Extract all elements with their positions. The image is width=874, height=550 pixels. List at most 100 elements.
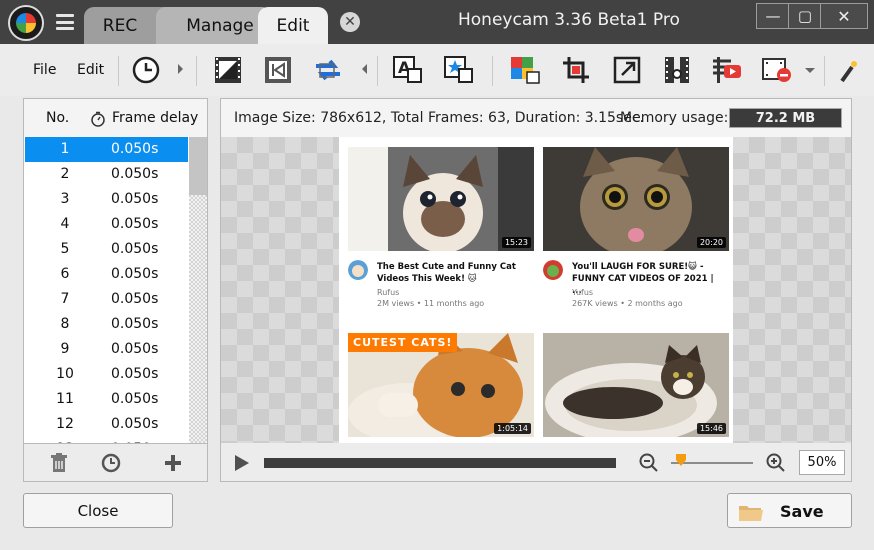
frame-list-header: No. Frame delay: [24, 99, 207, 137]
crop-icon[interactable]: [559, 53, 593, 87]
video-channel: Yufus: [572, 288, 594, 297]
hamburger-menu-icon[interactable]: [56, 14, 74, 30]
frame-number: 9: [60, 341, 70, 357]
frame-number: 1: [60, 141, 70, 157]
frame-row[interactable]: 12 0.050s: [25, 412, 188, 437]
close-button[interactable]: Close: [23, 493, 173, 528]
frame-number: 12: [56, 416, 74, 432]
frame-number: 8: [60, 316, 70, 332]
channel-avatar: [543, 260, 563, 280]
frame-delay: 0.050s: [111, 291, 159, 307]
frame-row[interactable]: 1 0.050s: [25, 137, 188, 162]
close-tab-icon[interactable]: ✕: [340, 12, 360, 32]
toolbar-divider: [824, 56, 825, 86]
menu-file[interactable]: File: [33, 62, 56, 78]
video-duration: 15:23: [501, 237, 531, 248]
frame-delay: 0.050s: [111, 166, 159, 182]
memory-usage-value: 72.2 MB: [729, 108, 842, 128]
preview-image: 15:23 The Best Cute and Funny Cat Videos…: [339, 137, 733, 443]
video-meta: 2M views • 11 months ago: [377, 299, 485, 308]
film-frame-icon[interactable]: [211, 53, 245, 87]
text-icon[interactable]: A: [391, 53, 425, 87]
frame-row[interactable]: 2 0.050s: [25, 162, 188, 187]
chevron-left-icon[interactable]: [362, 64, 367, 74]
frame-number: 7: [60, 291, 70, 307]
frame-list-footer: [23, 444, 208, 482]
scrollbar-thumb[interactable]: [189, 137, 207, 195]
frame-delay: 0.050s: [111, 266, 159, 282]
video-thumbnail: 20:20: [543, 147, 729, 251]
clock-icon[interactable]: [129, 53, 163, 87]
toolbar-divider: [118, 56, 119, 86]
frame-list-panel: No. Frame delay 1 0.050s 2 0.050s 3 0.050s 4 0.…: [23, 98, 208, 444]
frame-list: 1 0.050s 2 0.050s 3 0.050s 4 0.050s 5 0.050s 6 0.05…: [25, 137, 188, 443]
remove-frames-icon[interactable]: [760, 53, 794, 87]
close-window-button[interactable]: ✕: [820, 3, 868, 29]
toolbar: File Edit A: [0, 44, 874, 96]
skip-frames-icon[interactable]: [261, 53, 295, 87]
cut-frames-icon[interactable]: [660, 53, 694, 87]
playback-progress-bar[interactable]: [264, 458, 616, 468]
frame-delay: 0.050s: [111, 241, 159, 257]
menu-edit[interactable]: Edit: [77, 62, 104, 78]
frame-list-scrollbar[interactable]: [189, 137, 207, 443]
stopwatch-icon: [90, 111, 106, 131]
frame-row[interactable]: 3 0.050s: [25, 187, 188, 212]
column-header-no[interactable]: No.: [46, 110, 69, 126]
frame-delay: 0.050s: [111, 316, 159, 332]
frame-row[interactable]: 13 0.050s: [25, 437, 188, 443]
image-info: Image Size: 786x612, Total Frames: 63, D…: [234, 110, 644, 126]
toolbar-divider: [196, 56, 197, 86]
zoom-slider-thumb[interactable]: [675, 454, 686, 466]
magic-wand-icon[interactable]: [833, 53, 867, 87]
video-duration: 15:46: [696, 423, 726, 434]
tab-edit[interactable]: Edit: [258, 7, 328, 44]
zoom-percentage[interactable]: 50%: [799, 450, 845, 475]
video-thumbnail: 15:23: [348, 147, 534, 251]
youtube-clip-icon[interactable]: [710, 53, 744, 87]
preview-panel: Image Size: 786x612, Total Frames: 63, D…: [220, 98, 852, 482]
frame-delay: 0.050s: [111, 391, 159, 407]
tab-manage[interactable]: Manage: [156, 7, 272, 44]
color-filter-icon[interactable]: [508, 53, 542, 87]
minimize-button[interactable]: —: [756, 3, 790, 29]
trash-icon[interactable]: [48, 452, 70, 474]
frame-delay-icon[interactable]: [100, 452, 122, 474]
add-frame-icon[interactable]: [162, 452, 184, 474]
zoom-in-icon[interactable]: [766, 453, 786, 477]
toolbar-divider: [377, 56, 378, 86]
frame-row[interactable]: 4 0.050s: [25, 212, 188, 237]
chevron-down-icon[interactable]: [805, 68, 815, 73]
video-duration: 1:05:14: [494, 423, 531, 434]
resize-icon[interactable]: [610, 53, 644, 87]
column-header-frame-delay[interactable]: Frame delay: [112, 110, 198, 126]
frame-row[interactable]: 11 0.050s: [25, 387, 188, 412]
frame-row[interactable]: 10 0.050s: [25, 362, 188, 387]
frame-row[interactable]: 6 0.050s: [25, 262, 188, 287]
frame-row[interactable]: 7 0.050s: [25, 287, 188, 312]
app-logo-icon[interactable]: [8, 5, 44, 41]
save-button[interactable]: Save: [727, 493, 852, 528]
folder-icon: [738, 503, 764, 527]
info-bar: Image Size: 786x612, Total Frames: 63, D…: [221, 99, 851, 137]
video-meta: 267K views • 2 months ago: [572, 299, 683, 308]
save-button-label: Save: [780, 502, 824, 521]
frame-delay: 0.050s: [111, 416, 159, 432]
frame-row[interactable]: 5 0.050s: [25, 237, 188, 262]
video-thumbnail: 15:46: [543, 333, 729, 437]
memory-usage-label: Memory usage:: [620, 110, 729, 126]
swap-frames-icon[interactable]: [311, 53, 345, 87]
chevron-right-icon[interactable]: [178, 64, 183, 74]
frame-delay: 0.050s: [111, 441, 158, 443]
frame-row[interactable]: 8 0.050s: [25, 312, 188, 337]
sticker-icon[interactable]: [442, 53, 476, 87]
title-bar: REC Manage Edit ✕ Honeycam 3.36 Beta1 Pr…: [0, 0, 874, 44]
video-banner: CUTEST CATS!: [348, 333, 458, 352]
toolbar-divider: [492, 56, 493, 86]
zoom-out-icon[interactable]: [639, 453, 659, 477]
window-title: Honeycam 3.36 Beta1 Pro: [458, 10, 680, 30]
frame-row[interactable]: 9 0.050s: [25, 337, 188, 362]
play-icon[interactable]: [235, 455, 249, 471]
maximize-button[interactable]: ▢: [788, 3, 822, 29]
frame-number: 13: [25, 441, 105, 443]
